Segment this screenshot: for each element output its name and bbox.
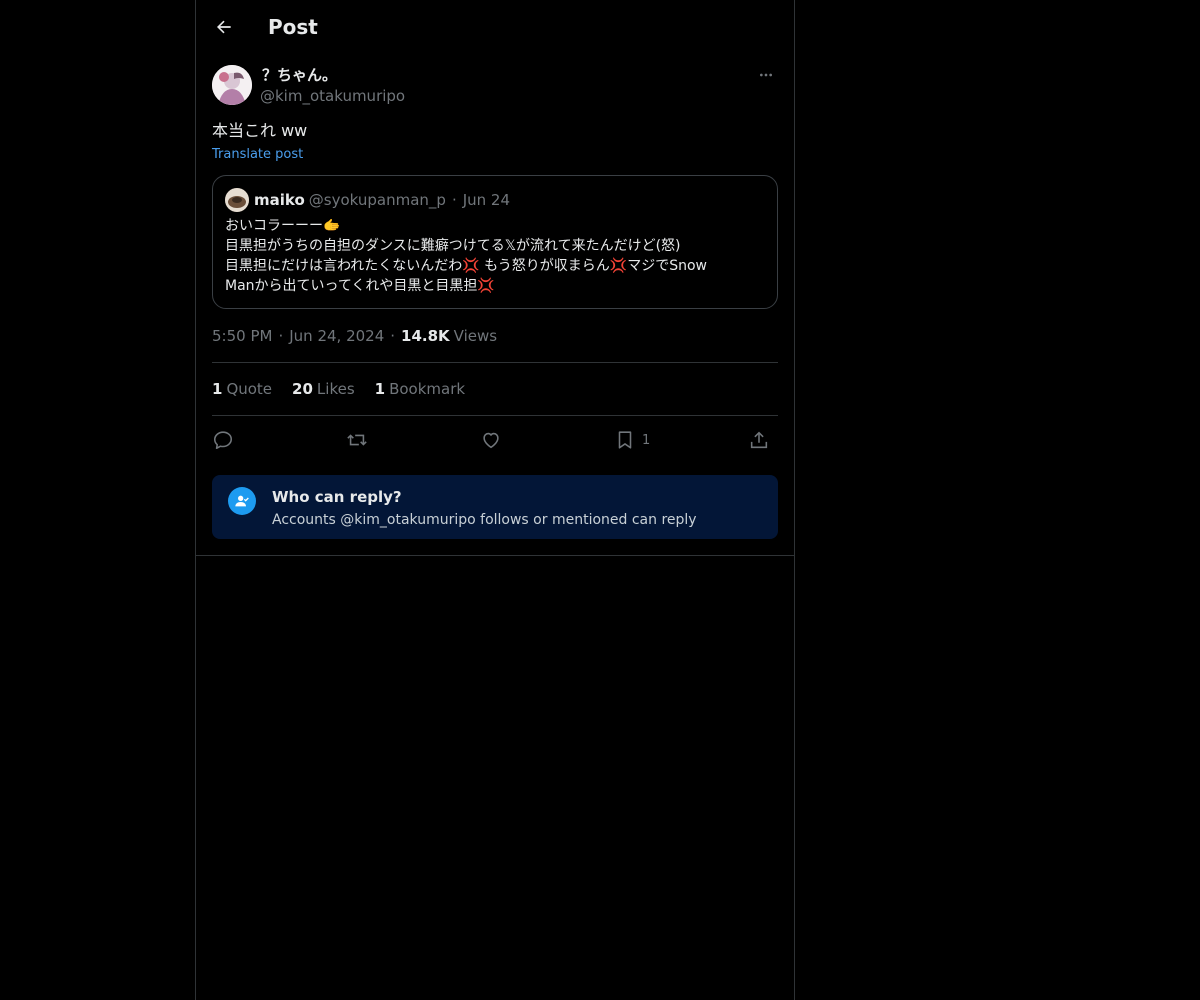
repost-button[interactable]: [346, 426, 368, 454]
quoted-date: Jun 24: [462, 191, 511, 209]
main-column: Post ？ちゃん。 @kim_otakumuripo 本当これ ww Tran…: [195, 0, 795, 1000]
likes-stat[interactable]: 20 Likes: [292, 380, 355, 398]
quotes-label: Quote: [226, 380, 273, 398]
separator-dot: ·: [278, 327, 284, 345]
quoted-post[interactable]: maiko @syokupanman_p · Jun 24 おいコラーーー🫱 目…: [212, 175, 778, 309]
post-date[interactable]: Jun 24, 2024: [289, 326, 384, 346]
separator-dot: ·: [390, 327, 396, 345]
quoted-text-line: Manから出ていってくれや目黒と目黒担💢: [225, 278, 495, 294]
more-options-button[interactable]: [754, 65, 778, 85]
heart-icon: [483, 432, 499, 449]
quoted-handle: @syokupanman_p: [308, 191, 446, 209]
likes-label: Likes: [316, 380, 355, 398]
quoted-text-line: 目黒担にだけは言われたくないんだわ💢 もう怒りが収まらん💢マジでSnow: [225, 258, 707, 274]
author-display-name[interactable]: ？ちゃん。: [262, 65, 337, 85]
back-button[interactable]: [210, 13, 238, 41]
quoted-post-text: おいコラーーー🫱 目黒担がうちの自担のダンスに難癖つけてる𝕏が流れて来たんだけど…: [225, 216, 765, 296]
post-author: ？ちゃん。 @kim_otakumuripo: [212, 65, 778, 107]
bookmarks-stat[interactable]: 1 Bookmark: [375, 380, 465, 398]
page-title: Post: [268, 15, 318, 39]
post-detail: Post ？ちゃん。 @kim_otakumuripo 本当これ ww Tran…: [196, 0, 794, 556]
bookmark-button[interactable]: 1: [614, 426, 650, 454]
separator-dot: ·: [451, 191, 457, 209]
translate-post-link[interactable]: Translate post: [212, 146, 303, 164]
quoted-text-line: おいコラーーー🫱: [225, 218, 341, 234]
reply-icon: [213, 431, 233, 450]
likes-count: 20: [292, 380, 313, 398]
who-can-reply-title: Who can reply?: [272, 488, 402, 506]
quoted-avatar-image: [225, 188, 249, 212]
views-count: 14.8K: [401, 327, 450, 345]
divider: [212, 415, 778, 416]
share-button[interactable]: [748, 426, 770, 454]
action-bar: 1: [212, 426, 778, 454]
repost-icon: [347, 434, 367, 446]
share-icon: [750, 431, 768, 449]
engagement-stats: 1 Quote 20 Likes 1 Bookmark: [212, 379, 485, 399]
who-can-reply-description: Accounts @kim_otakumuripo follows or men…: [272, 512, 697, 528]
post-meta: 5:50 PM · Jun 24, 2024 · 14.8K Views: [212, 326, 497, 346]
top-bar: Post: [196, 0, 794, 54]
more-horizontal-icon: [760, 73, 772, 77]
author-handle[interactable]: @kim_otakumuripo: [260, 86, 405, 106]
divider: [212, 362, 778, 363]
quotes-count: 1: [212, 380, 223, 398]
quoted-avatar: [225, 188, 249, 212]
reply-button[interactable]: [212, 426, 234, 454]
views-label: Views: [453, 327, 498, 345]
bookmark-icon: [618, 431, 632, 449]
quoted-display-name: maiko: [254, 191, 305, 209]
user-check-icon: [228, 487, 256, 515]
bookmark-action-count: 1: [642, 432, 651, 448]
post-text: 本当これ ww: [212, 121, 308, 140]
quotes-stat[interactable]: 1 Quote: [212, 380, 272, 398]
quoted-text-line: 目黒担がうちの自担のダンスに難癖つけてる𝕏が流れて来たんだけど(怒): [225, 238, 681, 254]
like-button[interactable]: [480, 426, 502, 454]
bookmarks-count: 1: [374, 380, 386, 398]
arrow-left-icon: [217, 20, 231, 34]
bookmarks-label: Bookmark: [389, 380, 466, 398]
avatar-image: [212, 65, 252, 105]
quoted-post-header: maiko @syokupanman_p · Jun 24: [225, 188, 510, 212]
who-can-reply-notice: Who can reply? Accounts @kim_otakumuripo…: [212, 475, 778, 539]
avatar[interactable]: [212, 65, 252, 105]
post-time[interactable]: 5:50 PM: [212, 326, 272, 346]
